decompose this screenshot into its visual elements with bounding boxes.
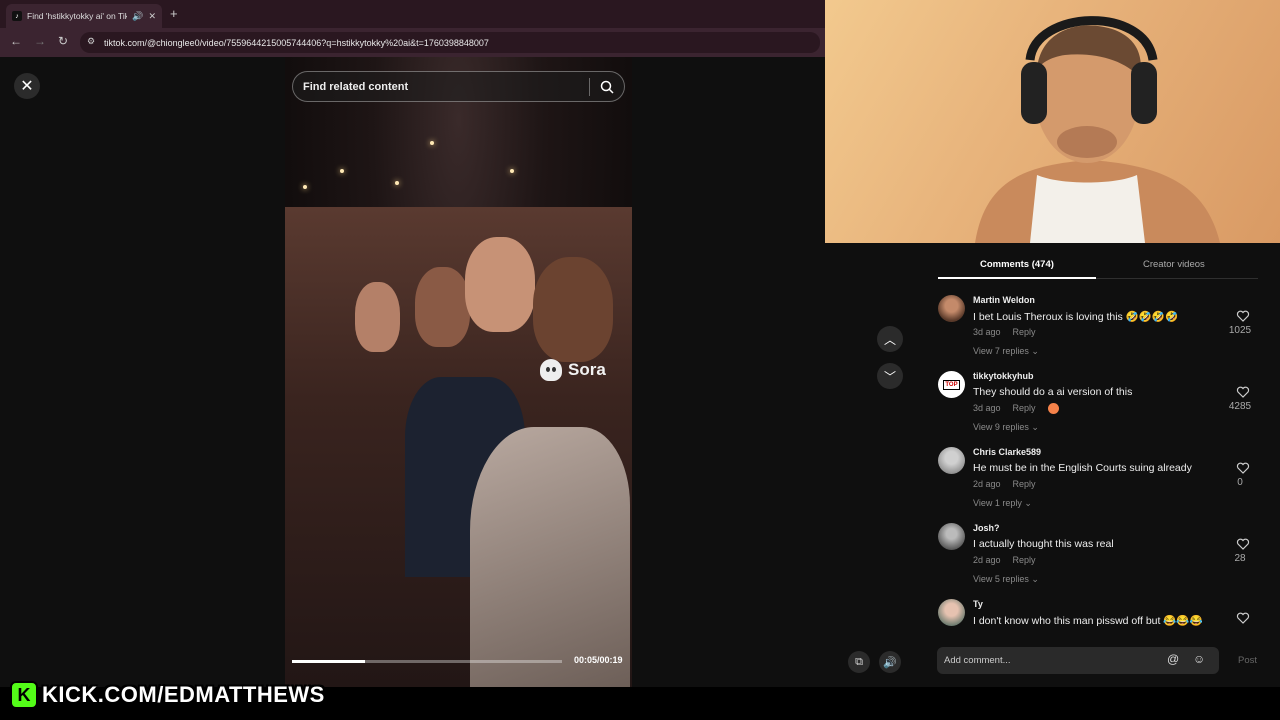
new-tab-button[interactable]: + xyxy=(170,6,178,21)
post-button[interactable]: Post xyxy=(1238,655,1257,666)
browser-tab-bar: ♪ Find 'hstikkytokky ai' on Tik 🔊 ✕ + xyxy=(0,0,825,28)
comment-text: They should do a ai version of this xyxy=(973,386,1133,398)
stage-light xyxy=(510,169,514,173)
reply-link[interactable]: Reply xyxy=(1013,403,1036,414)
kick-channel-url: KICK.COM/EDMATTHEWS xyxy=(42,682,325,707)
url-field[interactable]: ⚙ tiktok.com/@chionglee0/video/755964421… xyxy=(80,32,820,53)
kick-channel-banner: K KICK.COM/EDMATTHEWS xyxy=(10,680,325,710)
stage-light xyxy=(395,181,399,185)
stage-light xyxy=(340,169,344,173)
sora-ghost-icon xyxy=(540,359,562,381)
volume-icon[interactable]: 🔊 xyxy=(879,651,901,673)
add-comment-placeholder: Add comment... xyxy=(944,655,1011,666)
avatar[interactable] xyxy=(938,523,965,550)
search-icon[interactable] xyxy=(599,79,615,95)
tab-title: Find 'hstikkytokky ai' on Tik xyxy=(27,11,128,21)
autoscroll-icon[interactable]: ⧉ xyxy=(848,651,870,673)
progress-fill xyxy=(292,660,365,663)
comment-text: I bet Louis Theroux is loving this 🤣🤣🤣🤣 xyxy=(973,311,1179,323)
close-tab-icon[interactable]: ✕ xyxy=(148,11,156,22)
add-comment-input[interactable]: Add comment... @ ☺ xyxy=(937,647,1219,674)
webcam-overlay xyxy=(825,0,1280,243)
viral-logo-icon: TOP xyxy=(943,379,960,390)
stage-light xyxy=(303,185,307,189)
emoji-icon[interactable]: ☺ xyxy=(1193,652,1205,666)
panel-tabs: Comments (474) Creator videos xyxy=(938,253,1258,279)
view-replies-link[interactable]: View 5 replies ⌄ xyxy=(973,574,1039,585)
like-count: 0 xyxy=(1237,477,1243,488)
video-time: 00:05/00:19 xyxy=(574,655,623,665)
comment-text: He must be in the English Courts suing a… xyxy=(973,462,1192,474)
heart-icon[interactable] xyxy=(1236,385,1250,399)
sora-watermark: Sora xyxy=(540,359,606,381)
avatar[interactable] xyxy=(938,295,965,322)
view-replies-link[interactable]: View 1 reply ⌄ xyxy=(973,498,1032,509)
heart-icon[interactable] xyxy=(1236,537,1250,551)
stage-light xyxy=(430,141,434,145)
audience-face xyxy=(355,282,400,352)
comment-text: I don't know who this man pisswd off but… xyxy=(973,615,1203,627)
audience-face xyxy=(533,257,613,362)
avatar[interactable]: TOP xyxy=(938,371,965,398)
close-video-button[interactable]: ✕ xyxy=(14,73,40,99)
video-progress-bar[interactable] xyxy=(292,660,562,663)
mention-icon[interactable]: @ xyxy=(1167,652,1179,666)
forward-icon[interactable]: → xyxy=(34,34,46,48)
comment-list[interactable]: Martin Weldon I bet Louis Theroux is lov… xyxy=(938,293,1260,631)
kick-logo-icon: K xyxy=(10,681,38,709)
streamer-webcam-image xyxy=(975,16,1220,243)
heart-icon[interactable] xyxy=(1236,309,1250,323)
video-player[interactable]: Find related content Sora 00:05/00:19 xyxy=(285,57,632,687)
back-icon[interactable]: ← xyxy=(10,34,22,48)
comment-meta: 2d ago Reply xyxy=(973,555,1036,565)
next-video-button[interactable]: ﹀ xyxy=(877,363,903,389)
address-bar: ← → ↻ ⚙ tiktok.com/@chionglee0/video/755… xyxy=(0,28,825,57)
reload-icon[interactable]: ↻ xyxy=(58,34,68,48)
comment-username[interactable]: Chris Clarke589 xyxy=(973,447,1041,457)
sora-label: Sora xyxy=(568,360,606,379)
site-info-icon[interactable]: ⚙ xyxy=(87,36,95,47)
comment-time: 3d ago xyxy=(973,403,1001,413)
comment-time: 2d ago xyxy=(973,555,1001,565)
comment-username[interactable]: Ty xyxy=(973,599,983,609)
reply-link[interactable]: Reply xyxy=(1013,327,1036,337)
search-divider xyxy=(589,78,590,96)
tab-creator-videos[interactable]: Creator videos xyxy=(1143,259,1205,270)
avatar[interactable] xyxy=(938,599,965,626)
comment-meta: 3d ago Reply xyxy=(973,403,1059,414)
heart-icon[interactable] xyxy=(1236,611,1250,625)
comment-time: 3d ago xyxy=(973,327,1001,337)
comment-time: 2d ago xyxy=(973,479,1001,489)
comment-username[interactable]: Josh? xyxy=(973,523,1000,533)
avatar[interactable] xyxy=(938,447,965,474)
browser-tab[interactable]: ♪ Find 'hstikkytokky ai' on Tik 🔊 ✕ xyxy=(6,4,162,28)
view-replies-link[interactable]: View 7 replies ⌄ xyxy=(973,346,1039,357)
audience-person xyxy=(470,427,630,687)
like-count: 28 xyxy=(1234,553,1246,564)
comment-username[interactable]: tikkytokkyhub xyxy=(973,371,1034,381)
like-count: 1025 xyxy=(1228,325,1252,336)
comment-text: I actually thought this was real xyxy=(973,538,1114,550)
tab-active-indicator xyxy=(938,277,1096,279)
comment-meta: 2d ago Reply xyxy=(973,479,1036,489)
audience-face xyxy=(465,237,535,332)
creator-liked-icon xyxy=(1047,403,1059,414)
view-replies-link[interactable]: View 9 replies ⌄ xyxy=(973,422,1039,433)
tab-comments[interactable]: Comments (474) xyxy=(980,259,1054,270)
url-text: tiktok.com/@chionglee0/video/75596442150… xyxy=(104,37,489,48)
speaker-icon[interactable]: 🔊 xyxy=(132,11,143,22)
heart-icon[interactable] xyxy=(1236,461,1250,475)
like-count: 4285 xyxy=(1228,401,1252,412)
reply-link[interactable]: Reply xyxy=(1013,555,1036,565)
comment-meta: 3d ago Reply xyxy=(973,327,1036,337)
audience-face xyxy=(415,267,470,347)
comment-username[interactable]: Martin Weldon xyxy=(973,295,1035,305)
related-search-input[interactable]: Find related content xyxy=(292,71,625,102)
reply-link[interactable]: Reply xyxy=(1013,479,1036,489)
tiktok-favicon-icon: ♪ xyxy=(12,11,22,21)
search-placeholder: Find related content xyxy=(303,80,409,93)
previous-video-button[interactable]: ︿ xyxy=(877,326,903,352)
